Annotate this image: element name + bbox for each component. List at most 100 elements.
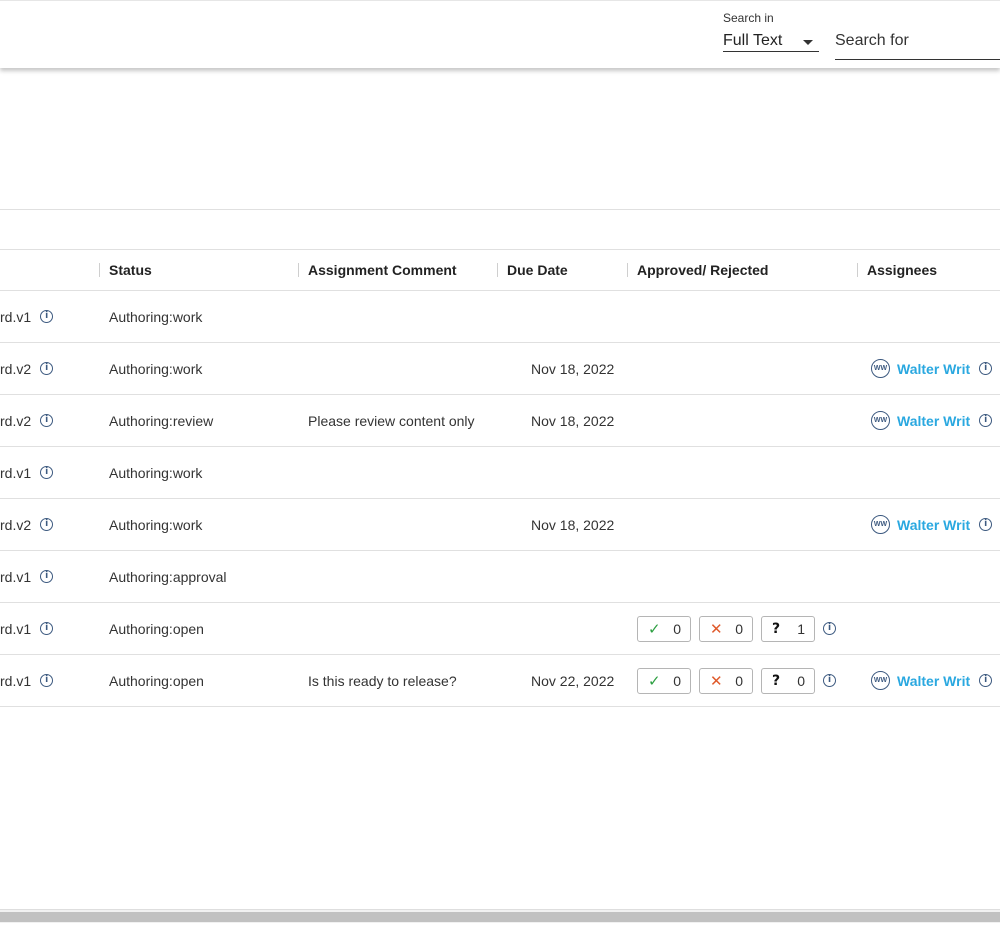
table-row[interactable]: rd.v1 i Authoring:work [0,447,1000,499]
assignee-link[interactable]: Walter Writ [897,413,970,429]
due-date-cell: Nov 18, 2022 [531,516,615,533]
info-circle-icon[interactable]: i [979,674,993,687]
assignee-link[interactable]: Walter Writ [897,517,970,533]
reject-count: 0 [735,620,743,637]
info-circle-icon[interactable]: i [979,518,993,531]
search-in-dropdown[interactable]: Search in Full Text [723,11,819,52]
search-in-label: Search in [723,11,774,25]
scrollbar-thumb[interactable] [0,912,1000,922]
table-row[interactable]: rd.v2 i Authoring:review Please review cont… [0,395,1000,447]
document-name[interactable]: rd.v1 [0,673,31,689]
document-name[interactable]: rd.v1 [0,309,31,325]
approval-votes-cell: ✓ 0 ✕ 0? 0 i [637,655,836,706]
info-circle-icon[interactable]: i [40,570,54,583]
approve-count: 0 [673,620,681,637]
status-cell: Authoring:open [109,672,204,689]
check-icon: ✓ [648,671,661,690]
assignment-comment-cell: Please review content only [308,412,475,429]
table-row[interactable]: rd.v1 i Authoring:work [0,291,1000,343]
assignee-cell: WW Walter Writ i [871,655,993,706]
reject-count-button[interactable]: ✕ 0 [699,667,753,694]
status-cell: Authoring:open [109,620,204,637]
document-name[interactable]: rd.v2 [0,361,31,377]
info-circle-icon[interactable]: i [40,518,54,531]
info-circle-icon[interactable]: i [40,414,54,427]
column-header-status[interactable]: Status [99,250,152,290]
top-toolbar: Search in Full Text [0,0,1000,68]
search-for-field[interactable] [835,29,1000,60]
table-row[interactable]: rd.v1 i Authoring:open ✓ 0 ✕ 0? 1 i [0,603,1000,655]
table-row[interactable]: rd.v1 i Authoring:open Is this ready to rel… [0,655,1000,707]
table-row[interactable]: rd.v1 i Authoring:approval [0,551,1000,603]
avatar: WW [871,359,890,378]
status-cell: Authoring:approval [109,568,227,585]
column-separator[interactable] [298,263,299,277]
column-separator[interactable] [627,263,628,277]
question-icon: ? [772,620,781,637]
document-name[interactable]: rd.v1 [0,569,31,585]
assignee-cell: WW Walter Writ i [871,395,993,446]
pending-count: 0 [797,672,805,689]
search-in-value: Full Text [723,31,783,49]
status-cell: Authoring:work [109,308,203,325]
info-circle-icon[interactable]: i [979,414,993,427]
table-header: Status Assignment Comment Due Date Appro… [0,249,1000,291]
assignee-cell: WW Walter Writ i [871,499,993,550]
info-circle-icon[interactable]: i [40,310,54,323]
approval-votes-cell: ✓ 0 ✕ 0? 1 i [637,603,836,654]
section-divider [0,209,1000,210]
column-header-due-date[interactable]: Due Date [497,250,568,290]
caret-down-icon[interactable] [803,39,813,45]
question-icon: ? [772,672,781,689]
search-in-select[interactable]: Full Text [723,30,819,52]
assignment-comment-cell: Is this ready to release? [308,672,457,689]
document-name-cell: rd.v1 i [0,655,54,706]
info-circle-icon[interactable]: i [40,362,54,375]
approve-count-button[interactable]: ✓ 0 [637,667,691,694]
status-cell: Authoring:work [109,464,203,481]
avatar: WW [871,515,890,534]
document-name[interactable]: rd.v2 [0,413,31,429]
check-icon: ✓ [648,619,661,638]
info-circle-icon[interactable]: i [979,362,993,375]
info-circle-icon[interactable]: i [40,622,54,635]
avatar: WW [871,671,890,690]
document-name-cell: rd.v1 i [0,291,54,342]
reject-count-button[interactable]: ✕ 0 [699,615,753,642]
document-name-cell: rd.v2 i [0,499,54,550]
column-separator[interactable] [99,263,100,277]
due-date-cell: Nov 18, 2022 [531,412,615,429]
assignee-link[interactable]: Walter Writ [897,673,970,689]
table-row[interactable]: rd.v2 i Authoring:work Nov 18, 2022 WW Walter… [0,343,1000,395]
info-circle-icon[interactable]: i [823,622,836,635]
info-circle-icon[interactable]: i [40,466,54,479]
status-cell: Authoring:work [109,516,203,533]
document-name-cell: rd.v1 i [0,603,54,654]
info-circle-icon[interactable]: i [40,674,54,687]
column-separator[interactable] [497,263,498,277]
pending-count-button[interactable]: ? 0 [761,667,815,694]
assignee-link[interactable]: Walter Writ [897,361,970,377]
pending-count-button[interactable]: ? 1 [761,615,815,642]
document-name[interactable]: rd.v2 [0,517,31,533]
search-input[interactable] [835,29,1000,50]
column-header-approved-rejected[interactable]: Approved/ Rejected [627,250,768,290]
info-circle-icon[interactable]: i [823,674,836,687]
column-separator[interactable] [857,263,858,277]
document-name-cell: rd.v2 i [0,395,54,446]
table-row[interactable]: rd.v2 i Authoring:work Nov 18, 2022 WW Walter… [0,499,1000,551]
due-date-cell: Nov 22, 2022 [531,672,615,689]
x-icon: ✕ [710,619,723,638]
column-header-assignees[interactable]: Assignees [857,250,937,290]
horizontal-scrollbar[interactable] [0,909,1000,923]
document-name[interactable]: rd.v1 [0,621,31,637]
approve-count-button[interactable]: ✓ 0 [637,615,691,642]
document-name-cell: rd.v1 i [0,447,54,498]
document-name-cell: rd.v2 i [0,343,54,394]
approve-count: 0 [673,672,681,689]
document-name-cell: rd.v1 i [0,551,54,602]
column-header-assignment-comment[interactable]: Assignment Comment [298,250,457,290]
avatar: WW [871,411,890,430]
status-cell: Authoring:work [109,360,203,377]
document-name[interactable]: rd.v1 [0,465,31,481]
